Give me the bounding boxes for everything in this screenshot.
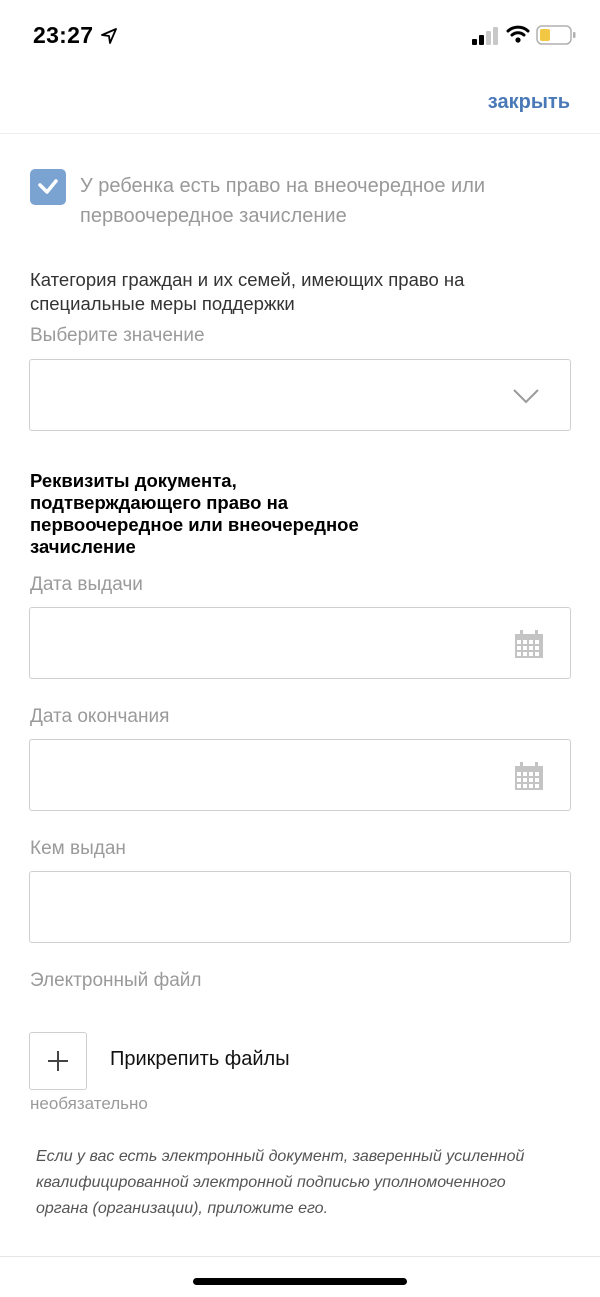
top-bar: закрыть (0, 70, 600, 134)
attach-files-label[interactable]: Прикрепить файлы (110, 1048, 290, 1071)
calendar-icon[interactable] (514, 761, 544, 791)
priority-enrollment-checkbox[interactable] (30, 169, 66, 205)
optional-label: необязательно (30, 1094, 148, 1113)
location-arrow-icon (101, 28, 117, 44)
battery-icon (536, 25, 576, 45)
status-bar: 23:27 (0, 0, 600, 70)
wifi-icon (506, 25, 530, 43)
issue-date-label: Дата выдачи (30, 574, 143, 595)
divider (0, 1256, 600, 1257)
end-date-label: Дата окончания (30, 706, 170, 727)
home-indicator[interactable] (193, 1278, 407, 1285)
issued-by-label: Кем выдан (30, 838, 126, 859)
priority-enrollment-label: У ребенка есть право на внеочередное или… (80, 175, 486, 227)
document-section-title: Реквизиты документа, подтверждающего пра… (30, 470, 359, 557)
cellular-signal-icon (472, 27, 498, 45)
checkmark-icon (38, 179, 58, 194)
attach-files-button[interactable] (29, 1032, 87, 1090)
category-select[interactable] (29, 359, 571, 431)
electronic-file-label: Электронный файл (30, 970, 202, 991)
status-time: 23:27 (33, 22, 94, 48)
plus-icon (48, 1051, 68, 1071)
close-button[interactable]: закрыть (488, 91, 570, 114)
calendar-icon[interactable] (514, 629, 544, 659)
end-date-field[interactable] (29, 739, 571, 811)
chevron-down-icon (513, 389, 539, 404)
electronic-file-hint: Если у вас есть электронный документ, за… (36, 1148, 525, 1217)
issued-by-field[interactable] (29, 871, 571, 943)
category-placeholder: Выберите значение (30, 325, 205, 346)
issue-date-field[interactable] (29, 607, 571, 679)
category-label: Категория граждан и их семей, имеющих пр… (30, 269, 465, 314)
